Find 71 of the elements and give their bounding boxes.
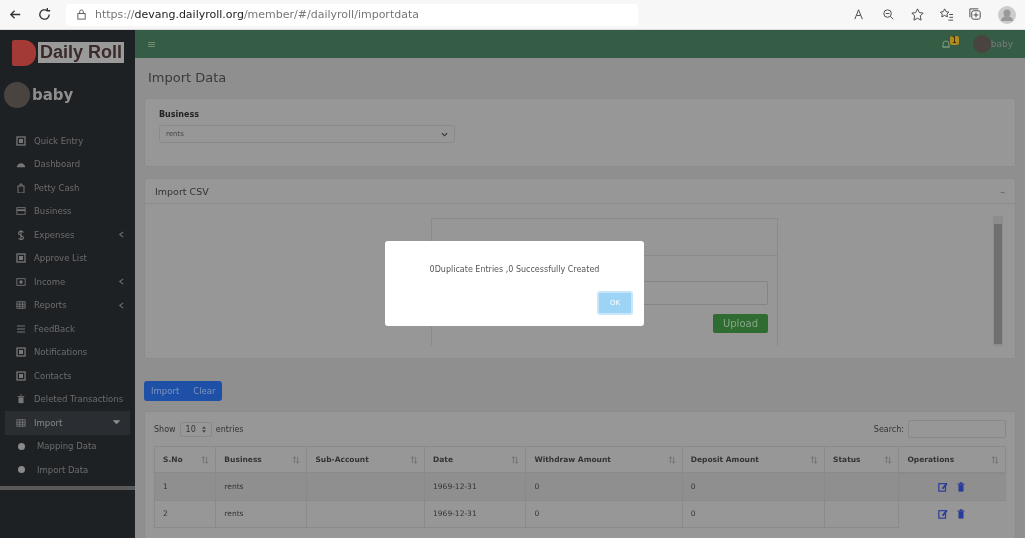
grid-icon <box>16 300 26 311</box>
import-button[interactable]: Import <box>144 381 187 401</box>
clear-button[interactable]: Clear <box>186 381 223 401</box>
dialog-message: 0Duplicate Entries ,0 Successfully Created <box>428 265 601 274</box>
card-title: Import CSV <box>155 185 209 197</box>
sort-icon[interactable] <box>511 455 520 464</box>
logo-icon <box>12 39 36 66</box>
user-name[interactable]: baby <box>990 39 1013 49</box>
dollar-icon <box>16 229 26 240</box>
show-label: Show <box>154 424 176 434</box>
sidebar-item[interactable]: Import <box>5 411 130 435</box>
lock-icon <box>76 9 87 20</box>
sidebar-item[interactable]: Expenses <box>0 223 135 247</box>
card-icon <box>16 206 26 217</box>
logo-text: Daily Roll <box>38 42 125 63</box>
sidebar-item[interactable]: Reports <box>0 293 135 317</box>
chevron-down-icon <box>441 130 448 138</box>
collections-icon[interactable] <box>968 7 983 22</box>
address-bar[interactable]: https://devang.dailyroll.org/member/#/dailyroll/importdata <box>66 3 638 26</box>
page-title: Import Data <box>147 69 228 87</box>
sort-icon[interactable] <box>884 455 893 464</box>
sidebar-item[interactable]: Contacts <box>0 364 135 388</box>
favorites-icon[interactable] <box>939 7 954 22</box>
trash-icon[interactable] <box>956 482 967 492</box>
profile-icon[interactable] <box>997 4 1017 25</box>
trash-icon <box>16 394 26 405</box>
sidebar-item[interactable]: Petty Cash <box>0 176 135 200</box>
avatar-icon <box>4 82 30 108</box>
grid-icon <box>16 417 26 428</box>
bag-icon <box>16 182 26 193</box>
sort-icon[interactable] <box>810 455 819 464</box>
circle-icon <box>18 442 25 450</box>
circle-icon <box>18 466 25 474</box>
field-label: Business <box>159 110 200 119</box>
url-text: https://devang.dailyroll.org/member/#/dailyroll/importdata <box>95 8 419 21</box>
scrollbar[interactable] <box>993 216 1003 346</box>
user-name: baby <box>32 86 74 104</box>
edit-icon[interactable] <box>938 509 949 519</box>
upload-button[interactable]: Upload <box>712 314 768 333</box>
sort-arrows-icon <box>201 425 206 433</box>
sort-icon[interactable] <box>991 455 999 464</box>
edit-icon[interactable] <box>938 482 949 492</box>
lines-icon <box>16 323 26 334</box>
sort-icon[interactable] <box>667 455 676 464</box>
sidebar-item[interactable]: Dashboard <box>0 152 135 176</box>
sidebar-item[interactable]: Approve List <box>0 246 135 270</box>
sidebar-item[interactable]: Income <box>0 270 135 294</box>
search-label: Search: <box>873 424 904 434</box>
scrollbar[interactable] <box>0 485 135 490</box>
sort-icon[interactable] <box>201 455 210 464</box>
sidebar-subitem[interactable]: Import Data <box>0 458 135 482</box>
sidebar-item[interactable]: Quick Entry <box>0 129 135 153</box>
menu-toggle[interactable]: ≡ <box>147 37 937 51</box>
sort-icon[interactable] <box>292 455 301 464</box>
sort-icon[interactable] <box>410 455 419 464</box>
refresh-icon[interactable] <box>37 7 52 22</box>
notification-badge: 1 <box>949 35 959 45</box>
sidebar-subitem[interactable]: Mapping Data <box>0 434 135 458</box>
zoom-out-icon[interactable] <box>881 7 896 22</box>
star-icon[interactable] <box>910 7 925 22</box>
avatar-icon <box>972 35 991 53</box>
trash-icon[interactable] <box>956 509 967 519</box>
entries-label: entries <box>215 424 244 434</box>
sidebar-item[interactable]: Notifications <box>0 340 135 364</box>
collapse-button[interactable]: – <box>1000 185 1005 197</box>
bell-icon[interactable] <box>940 39 951 49</box>
sidebar-item[interactable]: FeedBack <box>0 317 135 341</box>
sidebar-item[interactable]: Deleted Transactions <box>0 387 135 411</box>
page-size-select[interactable]: 10 <box>179 421 212 437</box>
money-icon <box>16 276 26 287</box>
sidebar-item[interactable]: Business <box>0 199 135 223</box>
